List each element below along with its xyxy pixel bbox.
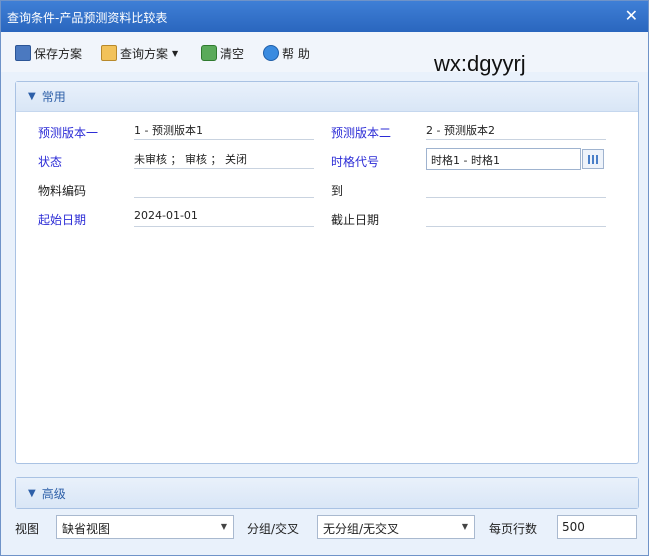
common-panel-header[interactable]: ▼ 常用 (16, 82, 638, 112)
chevron-down-icon: ▼ (172, 48, 179, 58)
watermark-text: wx:dgyyrj (434, 51, 526, 76)
rows-per-page-input[interactable]: 500 (557, 515, 637, 539)
calendar-picker-icon[interactable] (582, 149, 604, 169)
forecast-version-2-field[interactable]: 2 - 预测版本2 (426, 118, 606, 140)
close-icon[interactable]: ✕ (625, 6, 638, 25)
start-date-field[interactable]: 2024-01-01 (134, 205, 314, 227)
end-date-field[interactable] (426, 205, 606, 227)
chevron-down-icon: ▼ (220, 522, 227, 531)
rows-per-page-label: 每页行数 (489, 522, 538, 536)
time-grid-label: 时格代号 (331, 155, 380, 169)
clear-icon (201, 45, 217, 61)
help-button[interactable]: 帮 助 (263, 44, 310, 62)
group-cross-select[interactable]: 无分组/无交叉 ▼ (317, 515, 475, 539)
material-code-field[interactable] (134, 176, 314, 198)
folder-icon (101, 45, 117, 61)
forecast-version-1-label: 预测版本一 (38, 126, 99, 140)
chevron-down-icon: ▼ (461, 522, 468, 531)
help-icon (263, 45, 279, 61)
query-dialog: 查询条件-产品预测资料比较表 ✕ 保存方案 查询方案 ▼ 清空 帮 助 wx:d… (0, 0, 649, 556)
save-scheme-button[interactable]: 保存方案 (15, 44, 82, 62)
start-date-label: 起始日期 (38, 213, 87, 227)
query-scheme-button[interactable]: 查询方案 ▼ (101, 44, 178, 62)
time-grid-input[interactable]: 时格1 - 时格1 (426, 148, 581, 170)
view-label: 视图 (15, 522, 40, 536)
toolbar: 保存方案 查询方案 ▼ 清空 帮 助 (1, 32, 648, 72)
common-panel: ▼ 常用 预测版本一 1 - 预测版本1 预测版本二 2 - 预测版本2 状态 … (15, 81, 639, 464)
help-label: 帮 助 (282, 46, 310, 61)
common-panel-title: 常用 (41, 90, 66, 104)
view-select[interactable]: 缺省视图 ▼ (56, 515, 234, 539)
group-cross-select-value: 无分组/无交叉 (323, 522, 400, 536)
save-icon (15, 45, 31, 61)
advanced-panel-header[interactable]: ▼ 高级 (16, 478, 638, 508)
advanced-panel-title: 高级 (41, 486, 66, 501)
end-date-label: 截止日期 (331, 213, 380, 227)
save-scheme-label: 保存方案 (34, 46, 83, 61)
status-field[interactable]: 未审核 ； 审核 ； 关闭 (134, 147, 314, 169)
clear-label: 清空 (220, 46, 245, 61)
material-code-to-field[interactable] (426, 176, 606, 198)
group-cross-label: 分组/交叉 (247, 522, 300, 536)
forecast-version-2-label: 预测版本二 (331, 126, 392, 140)
chevron-down-icon: ▼ (28, 91, 36, 102)
view-select-value: 缺省视图 (62, 522, 111, 536)
view-options-row: 视图 缺省视图 ▼ 分组/交叉 无分组/无交叉 ▼ 每页行数 500 (1, 513, 648, 543)
clear-button[interactable]: 清空 (201, 44, 244, 62)
query-scheme-label: 查询方案 (120, 46, 169, 61)
forecast-version-1-field[interactable]: 1 - 预测版本1 (134, 118, 314, 140)
window-title: 查询条件-产品预测资料比较表 (7, 11, 168, 25)
title-bar: 查询条件-产品预测资料比较表 ✕ (1, 1, 648, 32)
material-code-label: 物料编码 (38, 184, 87, 198)
to-label: 到 (331, 184, 344, 198)
advanced-panel: ▼ 高级 (15, 477, 639, 509)
chevron-down-icon: ▼ (28, 487, 36, 499)
status-label: 状态 (38, 155, 63, 169)
